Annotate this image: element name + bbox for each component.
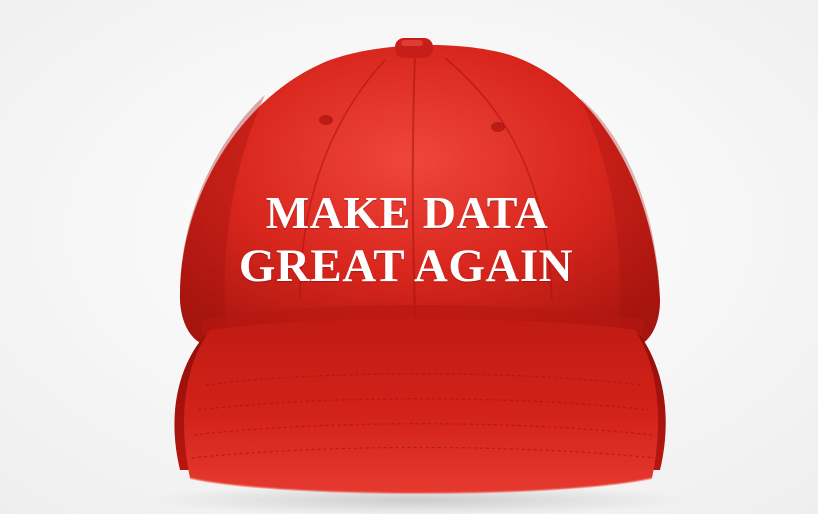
slogan-line-1: MAKE DATA [265,187,549,238]
eyelet-left [319,115,333,125]
slogan-line-2: GREAT AGAIN [238,240,574,292]
cap-bill [184,318,659,493]
top-button-highlight [401,40,423,46]
eyelet-right [491,122,505,132]
